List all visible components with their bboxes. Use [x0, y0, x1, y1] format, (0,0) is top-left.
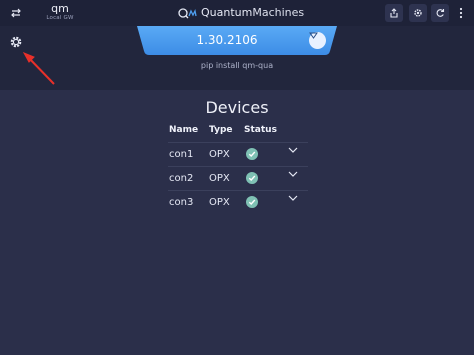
- checkmark-icon: [248, 199, 256, 206]
- project-name: qm: [51, 2, 69, 15]
- table-row[interactable]: con2 OPX: [168, 166, 308, 191]
- version-label: 1.30.2106: [196, 33, 258, 47]
- brand-name-first: Quantum: [201, 6, 253, 19]
- device-name: con1: [169, 149, 194, 160]
- device-name: con3: [169, 197, 194, 208]
- chevron-down-icon[interactable]: [287, 146, 299, 156]
- brand-name-second: Machines: [252, 6, 305, 19]
- device-type: OPX: [209, 197, 230, 208]
- triangle-down-icon: [309, 32, 318, 39]
- devices-title: Devices: [205, 98, 269, 117]
- column-header-name: Name: [169, 125, 199, 135]
- title-bar: qm Local GW Quantum Machines: [0, 0, 474, 26]
- checkmark-icon: [248, 151, 256, 158]
- device-type: OPX: [209, 149, 230, 160]
- share-icon[interactable]: [385, 4, 403, 22]
- table-row[interactable]: con3 OPX: [168, 190, 308, 215]
- checkmark-icon: [248, 175, 256, 182]
- brand-logo: Quantum Machines: [178, 6, 304, 19]
- version-dropdown-button[interactable]: [309, 32, 326, 49]
- status-ok-icon: [246, 148, 258, 160]
- app-window: qm Local GW Quantum Machines 1.30.2106 p…: [0, 0, 474, 355]
- status-ok-icon: [246, 172, 258, 184]
- device-name: con2: [169, 173, 194, 184]
- column-header-status: Status: [244, 125, 277, 135]
- swap-arrows-icon[interactable]: [6, 3, 26, 23]
- chevron-down-icon[interactable]: [287, 194, 299, 204]
- project-subtitle: Local GW: [46, 15, 74, 21]
- project-selector[interactable]: qm Local GW: [40, 1, 80, 22]
- version-selector[interactable]: 1.30.2106: [137, 26, 337, 55]
- gear-icon[interactable]: [9, 34, 23, 48]
- quantum-machines-logo-icon: [178, 7, 197, 18]
- status-ok-icon: [246, 196, 258, 208]
- table-row[interactable]: con1 OPX: [168, 142, 308, 167]
- chevron-down-icon[interactable]: [287, 170, 299, 180]
- device-type: OPX: [209, 173, 230, 184]
- column-header-type: Type: [209, 125, 233, 135]
- gear-icon[interactable]: [409, 4, 427, 22]
- install-hint: pip install qm-qua: [200, 61, 274, 70]
- refresh-icon[interactable]: [431, 4, 449, 22]
- more-vertical-icon[interactable]: [452, 4, 470, 22]
